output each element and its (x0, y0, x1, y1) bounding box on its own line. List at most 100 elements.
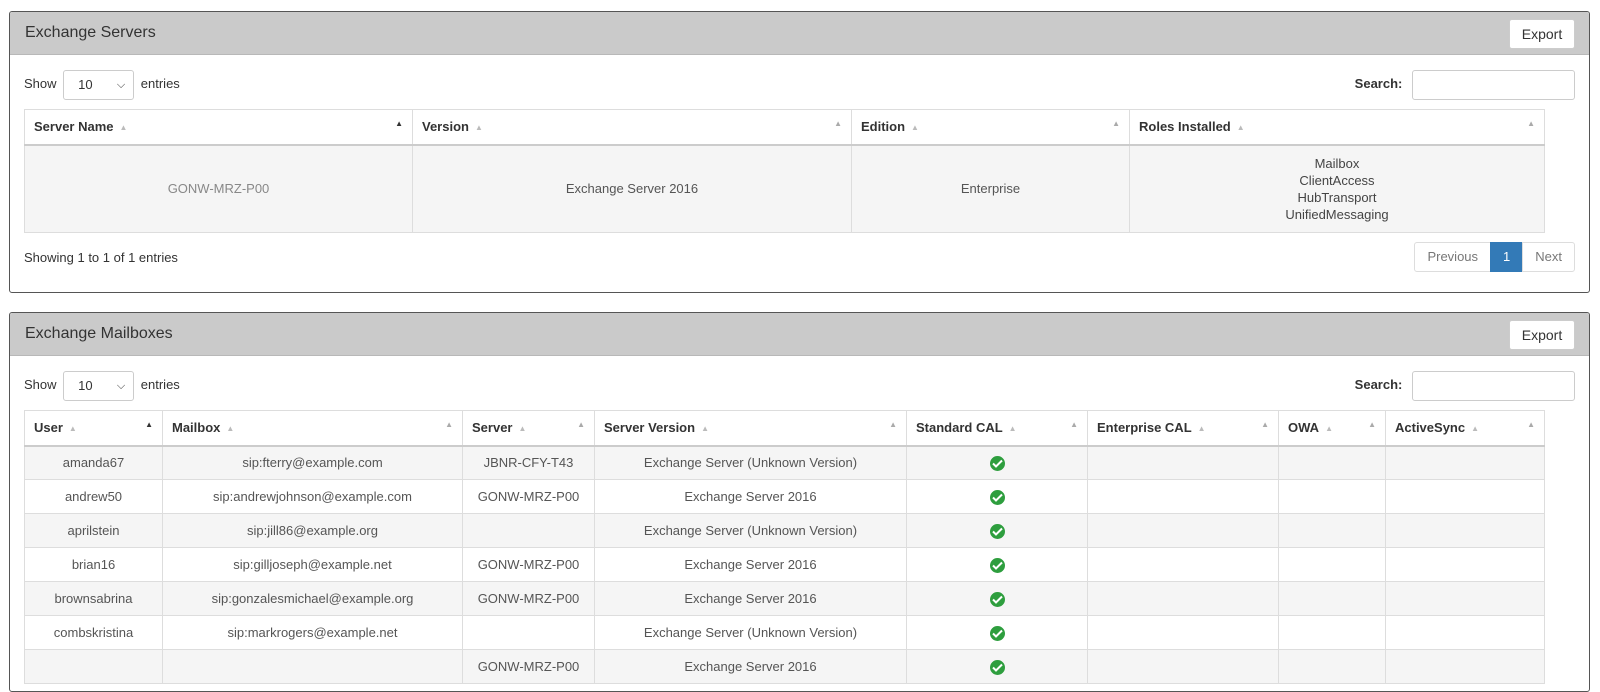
server-cell (462, 513, 595, 548)
mailbox-cell: sip:fterry@example.com (162, 445, 463, 480)
column-label: User (34, 420, 63, 436)
entries-label: entries (140, 377, 180, 392)
page-length-control: Show 10 ⌵ entries (24, 370, 180, 401)
page-length-select[interactable]: 10 ⌵ (63, 370, 135, 401)
user-cell: brian16 (24, 547, 163, 582)
sort-icon: ▲ (911, 123, 919, 133)
column-header-server-version[interactable]: Server Version ▲ ▲ (594, 410, 907, 447)
column-header-edition[interactable]: Edition ▲ ▲ (851, 109, 1130, 146)
column-header-user[interactable]: User ▲ ▲ (24, 410, 163, 447)
servers-table: Server Name ▲ ▲ Version ▲ ▲ Edition ▲ ▲ Roles … (24, 109, 1545, 233)
search-input[interactable] (1412, 370, 1575, 401)
column-label: Enterprise CAL (1097, 420, 1192, 436)
previous-page-button[interactable]: Previous (1414, 242, 1492, 272)
server-cell: GONW-MRZ-P00 (462, 479, 595, 514)
table-row: brownsabrina sip:gonzalesmichael@example.… (24, 581, 1545, 616)
sort-icon: ▲ (474, 123, 483, 133)
page-1-button[interactable]: 1 (1490, 242, 1524, 272)
table-controls: Show 10 ⌵ entries Search: (10, 55, 1589, 109)
column-header-mailbox[interactable]: Mailbox ▲ ▲ (162, 410, 463, 447)
standard-cal-cell (906, 547, 1088, 582)
sort-icon: ▲ (1471, 424, 1480, 434)
table-header-row: Server Name ▲ ▲ Version ▲ ▲ Edition ▲ ▲ Roles … (24, 109, 1545, 146)
pagination: Previous 1 Next (1414, 242, 1575, 272)
user-cell (24, 649, 163, 684)
standard-cal-cell (906, 581, 1088, 616)
enterprise-cal-cell (1087, 513, 1279, 548)
show-label: Show (24, 377, 57, 392)
server-version-cell: Exchange Server 2016 (594, 547, 907, 582)
activesync-cell (1385, 649, 1545, 684)
column-header-version[interactable]: Version ▲ ▲ (412, 109, 852, 146)
search-control: Search: (1355, 69, 1575, 100)
table-body: amanda67 sip:fterry@example.com JBNR-CFY-T… (24, 445, 1545, 684)
standard-cal-cell (906, 513, 1088, 548)
sort-icon: ▲ (68, 424, 77, 434)
user-cell: amanda67 (24, 445, 163, 480)
table-row: amanda67 sip:fterry@example.com JBNR-CFY-T… (24, 445, 1545, 480)
activesync-cell (1385, 445, 1545, 480)
column-header-standard-cal[interactable]: Standard CAL ▲ ▲ (906, 410, 1088, 447)
search-input[interactable] (1412, 69, 1575, 100)
column-label: Standard CAL (916, 420, 1003, 436)
server-version-cell: Exchange Server 2016 (594, 581, 907, 616)
sort-icon: ▲ (577, 420, 585, 429)
mailbox-cell: sip:gonzalesmichael@example.org (162, 581, 463, 616)
sort-icon: ▲ (1261, 420, 1269, 429)
role-item: HubTransport (1297, 189, 1377, 205)
column-label: Edition (861, 119, 906, 135)
panel-header: Exchange Mailboxes Export (10, 313, 1589, 356)
table-header-row: User ▲ ▲ Mailbox ▲ ▲ Server ▲ ▲ Server Version ▲ ▲ S… (24, 410, 1545, 447)
version-cell: Exchange Server 2016 (412, 144, 852, 233)
page-length-select[interactable]: 10 ⌵ (63, 69, 135, 100)
column-header-server-name[interactable]: Server Name ▲ ▲ (24, 109, 413, 146)
sort-icon: ▲ (701, 424, 709, 434)
activesync-cell (1385, 479, 1545, 514)
server-cell: GONW-MRZ-P00 (462, 547, 595, 582)
server-version-cell: Exchange Server 2016 (594, 479, 907, 514)
activesync-cell (1385, 513, 1545, 548)
owa-cell (1278, 615, 1386, 650)
enterprise-cal-cell (1087, 547, 1279, 582)
user-cell: combskristina (24, 615, 163, 650)
entries-label: entries (140, 76, 180, 91)
next-page-button[interactable]: Next (1522, 242, 1575, 272)
page-length-value: 10 (78, 76, 93, 92)
sort-icon: ▲ (1368, 420, 1376, 429)
sort-icon: ▲ (1070, 420, 1078, 429)
table-row: GONW-MRZ-P00 Exchange Server 2016 (24, 649, 1545, 684)
export-button[interactable]: Export (1509, 19, 1575, 49)
column-header-enterprise-cal[interactable]: Enterprise CAL ▲ ▲ (1087, 410, 1279, 447)
column-header-owa[interactable]: OWA ▲ ▲ (1278, 410, 1386, 447)
column-label: OWA (1288, 420, 1320, 436)
user-cell: andrew50 (24, 479, 163, 514)
column-label: Server (472, 420, 513, 436)
roles-cell: Mailbox ClientAccess HubTransport Unifie… (1129, 144, 1545, 233)
role-item: ClientAccess (1299, 172, 1375, 188)
check-circle-icon (989, 523, 1005, 539)
column-header-server[interactable]: Server ▲ ▲ (462, 410, 595, 447)
check-circle-icon (989, 659, 1005, 675)
sort-icon: ▲ (1008, 424, 1017, 434)
table-controls: Show 10 ⌵ entries Search: (10, 356, 1589, 410)
search-control: Search: (1355, 370, 1575, 401)
column-label: Server Name (34, 119, 114, 135)
owa-cell (1278, 445, 1386, 480)
user-cell: aprilstein (24, 513, 163, 548)
sort-icon: ▲ (119, 123, 128, 133)
sort-ascending-icon: ▲ (395, 119, 403, 128)
mailbox-cell: sip:jill86@example.org (162, 513, 463, 548)
export-button[interactable]: Export (1509, 320, 1575, 350)
sort-icon: ▲ (1527, 119, 1535, 128)
column-header-activesync[interactable]: ActiveSync ▲ ▲ (1385, 410, 1545, 447)
enterprise-cal-cell (1087, 581, 1279, 616)
column-header-roles-installed[interactable]: Roles Installed ▲ ▲ (1129, 109, 1545, 146)
column-label: Roles Installed (1139, 119, 1231, 135)
sort-icon: ▲ (1112, 119, 1120, 128)
table-row: andrew50 sip:andrewjohnson@example.com GON… (24, 479, 1545, 514)
column-label: ActiveSync (1395, 420, 1466, 436)
enterprise-cal-cell (1087, 649, 1279, 684)
table-row: GONW-MRZ-P00 Exchange Server 2016 Enterp… (24, 144, 1545, 233)
server-cell: GONW-MRZ-P00 (462, 649, 595, 684)
table-row: brian16 sip:gilljoseph@example.net GONW-MR… (24, 547, 1545, 582)
